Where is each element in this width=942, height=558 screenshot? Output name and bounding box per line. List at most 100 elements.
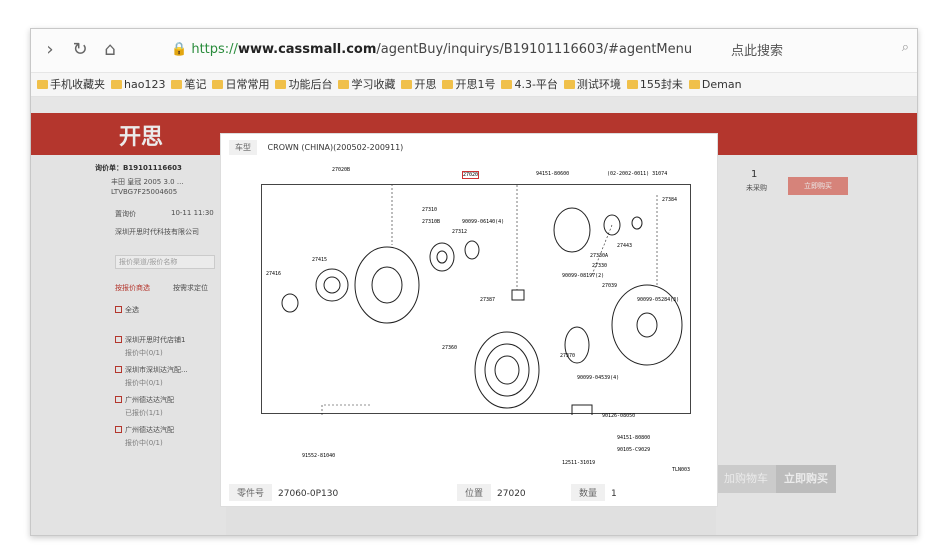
quantity-label: 数量 [571, 484, 606, 501]
label-94151-80800: 94151-80800 [617, 435, 651, 441]
bookmark-label: hao123 [124, 78, 166, 91]
car-model: CROWN (CHINA)(200502-200911) [267, 143, 404, 152]
bookmark-label: 4.3-平台 [514, 78, 558, 91]
bookmark-label: 测试环境 [576, 78, 621, 91]
label-27416: 27416 [266, 271, 282, 277]
search-placeholder: 点此搜索 [731, 44, 784, 59]
bracket-12511 [571, 404, 593, 415]
bookmark-label: 日常常用 [225, 78, 270, 91]
label-12511-31019: 12511-31019 [562, 460, 596, 466]
label-27020: 27020 [462, 171, 480, 179]
bookmark-item[interactable]: hao123 [111, 73, 166, 96]
back-icon[interactable]: › [39, 39, 61, 61]
bookmarks-bar: 手机收藏夹 hao123 笔记 日常常用 功能后台 学习收藏 开思 开思1号 4.3-平台 测试环… [31, 73, 917, 97]
bookmark-item[interactable]: 学习收藏 [338, 73, 396, 96]
browser-search-input[interactable]: 点此搜索 ⌕ [731, 40, 909, 62]
label-27443: 27443 [617, 243, 633, 249]
quantity: 1 [611, 489, 617, 499]
folder-icon [338, 80, 350, 89]
bookmark-item[interactable]: 日常常用 [212, 73, 270, 96]
brush-27387 [511, 289, 525, 301]
part-diagram-modal: 车型 CROWN (CHINA)(200502-200911) 27020B 2… [220, 133, 718, 507]
bookmark-item[interactable]: 4.3-平台 [501, 73, 558, 96]
bookmark-label: 开思1号 [455, 78, 496, 91]
bookmark-label: 155封未 [639, 78, 683, 91]
folder-icon [501, 80, 513, 89]
folder-icon [111, 80, 122, 89]
folder-icon [688, 80, 700, 89]
label-90105-c9029: 90105-C9029 [617, 447, 651, 453]
position: 27020 [497, 489, 526, 499]
label-27310b: 27310B [422, 219, 441, 225]
rotor-27330 [553, 207, 591, 253]
label-94151-80600: 94151-80600 [536, 171, 570, 177]
label-90099-06140: 90099-06140(4) [462, 219, 505, 225]
ring-27312 [464, 240, 480, 260]
bookmark-label: 开思 [414, 78, 437, 91]
label-90099-04539: 90099-04539(4) [577, 375, 620, 381]
alternator-housing-front [354, 246, 420, 324]
car-model-row: 车型 CROWN (CHINA)(200502-200911) [229, 140, 403, 156]
lock-icon: 🔒 [171, 42, 188, 57]
folder-icon [626, 80, 638, 89]
search-icon[interactable]: ⌕ [902, 40, 909, 55]
url-host: www.cassmall.com [237, 42, 377, 57]
position-field: 位置 27020 [457, 484, 526, 501]
label-02-2002: (02-2002-0011) 31074 [607, 171, 668, 177]
bookmark-label: 手机收藏夹 [50, 78, 105, 91]
folder-icon [401, 80, 413, 89]
label-27370: 27370 [560, 353, 576, 359]
folder-icon [212, 80, 224, 89]
label-27039: 27039 [602, 283, 618, 289]
address-bar: › ↻ ⌂ 🔒 https://www.cassmall.com/agentBu… [31, 29, 917, 73]
label-27360: 27360 [442, 345, 458, 351]
label-27020b: 27020B [332, 167, 351, 173]
label-27387: 27387 [480, 297, 496, 303]
label-90099-05284: 90099-05284(3) [637, 297, 680, 303]
quantity-field: 数量 1 [571, 484, 617, 501]
part-info-row: 零件号 27060-0P130 位置 27020 数量 1 [221, 480, 719, 502]
folder-icon [37, 80, 48, 89]
url-path: /agentBuy/inquirys/B19101116603/#agentMe… [376, 42, 693, 57]
label-91552-81040: 91552-81040 [302, 453, 336, 459]
url-field[interactable]: 🔒 https://www.cassmall.com/agentBuy/inqu… [171, 42, 692, 57]
part-no-field: 零件号 27060-0P130 [229, 484, 339, 501]
page-content: 开思 询价单：B19101116603 丰田 皇冠 2005 3.0 ... L… [31, 97, 917, 535]
bookmark-item[interactable]: 开思 [401, 73, 437, 96]
car-model-label: 车型 [229, 140, 257, 155]
bookmark-item[interactable]: 手机收藏夹 [37, 73, 105, 96]
part-no-label: 零件号 [229, 484, 273, 501]
label-27330a: 27330A [590, 253, 609, 259]
bookmark-label: Deman [701, 78, 742, 91]
bookmark-item[interactable]: 笔记 [171, 73, 207, 96]
label-27310: 27310 [422, 207, 438, 213]
bookmark-label: 笔记 [184, 78, 207, 91]
bookmark-item[interactable]: 开思1号 [442, 73, 496, 96]
browser-window: › ↻ ⌂ 🔒 https://www.cassmall.com/agentBu… [30, 28, 918, 536]
bookmark-label: 功能后台 [288, 78, 333, 91]
folder-icon [171, 80, 183, 89]
bookmark-label: 学习收藏 [351, 78, 396, 91]
pulley-small [315, 268, 349, 302]
position-label: 位置 [457, 484, 492, 501]
folder-icon [275, 80, 287, 89]
label-90126-08050: 90126-08050 [602, 413, 636, 419]
url-scheme: https:// [191, 42, 238, 57]
bearing-27310 [429, 242, 455, 272]
part-no: 27060-0P130 [278, 489, 339, 499]
bookmark-item[interactable]: 功能后台 [275, 73, 333, 96]
parts-diagram: 27020B 27020 94151-80600 (02-2002-0011) … [261, 167, 691, 473]
home-icon[interactable]: ⌂ [99, 39, 121, 61]
bookmark-item[interactable]: Deman [688, 73, 742, 96]
bookmark-item[interactable]: 155封未 [626, 73, 683, 96]
label-27384: 27384 [662, 197, 678, 203]
label-27312: 27312 [452, 229, 468, 235]
reload-icon[interactable]: ↻ [69, 39, 91, 61]
nut-27416 [281, 293, 299, 313]
label-tln003: TLN003 [672, 467, 691, 473]
folder-icon [442, 80, 454, 89]
bookmark-item[interactable]: 测试环境 [563, 73, 621, 96]
label-90099-08197: 90099-08197(2) [562, 273, 605, 279]
label-27415: 27415 [312, 257, 328, 263]
label-27330: 27330 [592, 263, 608, 269]
